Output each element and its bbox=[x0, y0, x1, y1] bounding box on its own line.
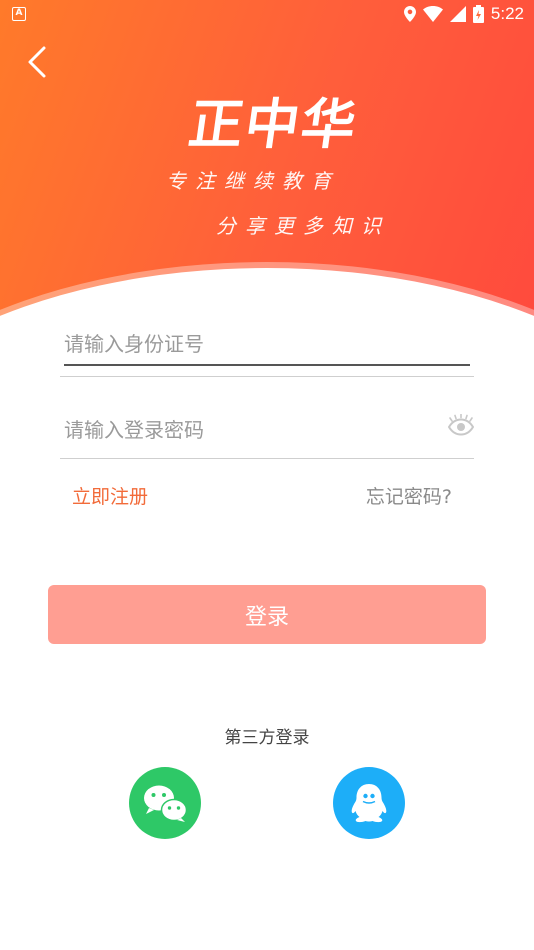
battery-icon bbox=[472, 5, 484, 23]
wechat-icon bbox=[144, 785, 188, 822]
slogan-line-2: 分享更多知识 bbox=[216, 214, 390, 238]
third-party-login-title: 第三方登录 bbox=[224, 728, 310, 748]
status-bar: A 5:22 bbox=[0, 0, 534, 28]
app-notification-icon: A bbox=[12, 7, 26, 21]
password-input[interactable] bbox=[60, 410, 474, 450]
brand-logo-text: 正中华 bbox=[184, 92, 362, 156]
slogan-line-1: 专注继续教育 bbox=[166, 169, 340, 193]
login-button[interactable]: 登录 bbox=[48, 585, 486, 644]
password-field-group bbox=[60, 410, 474, 459]
id-input-underline bbox=[64, 364, 470, 366]
forgot-password-link[interactable]: 忘记密码? bbox=[366, 482, 452, 509]
location-icon bbox=[403, 6, 416, 22]
clock-time: 5:22 bbox=[490, 4, 524, 23]
divider bbox=[60, 458, 474, 459]
divider bbox=[60, 376, 474, 377]
signal-icon bbox=[449, 6, 466, 22]
qq-login-button[interactable] bbox=[333, 767, 405, 839]
wifi-icon bbox=[422, 6, 443, 22]
qq-icon bbox=[351, 784, 387, 823]
back-arrow-icon[interactable] bbox=[22, 44, 54, 80]
show-password-eye-icon[interactable] bbox=[448, 414, 474, 438]
id-number-field-group bbox=[60, 324, 474, 377]
register-link[interactable]: 立即注册 bbox=[72, 482, 148, 509]
id-number-input[interactable] bbox=[60, 324, 474, 364]
wechat-login-button[interactable] bbox=[129, 767, 201, 839]
